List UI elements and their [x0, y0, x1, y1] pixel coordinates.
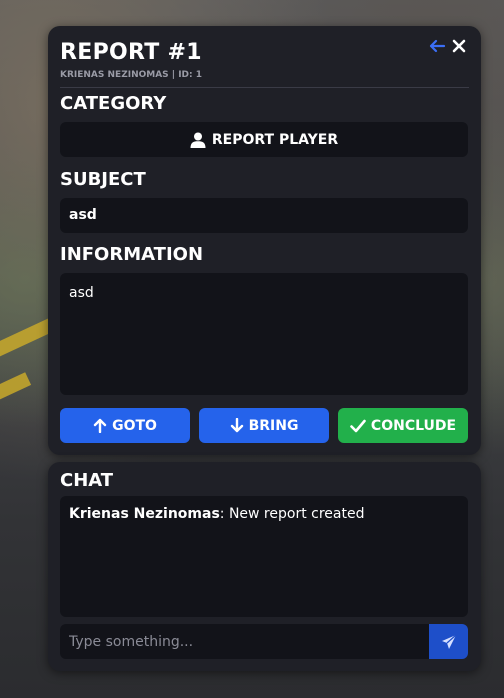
- paper-plane-icon: [441, 634, 456, 649]
- conclude-label: CONCLUDE: [370, 417, 457, 434]
- arrow-down-icon: [230, 418, 243, 433]
- chat-message-text: : New report created: [219, 506, 365, 522]
- chat-message: Krienas Nezinomas: New report created: [69, 506, 459, 522]
- check-icon: [350, 419, 366, 432]
- chat-input[interactable]: [60, 624, 430, 659]
- arrow-left-icon[interactable]: [428, 38, 446, 54]
- information-field[interactable]: asd: [60, 273, 468, 395]
- conclude-button[interactable]: CONCLUDE: [338, 408, 468, 443]
- report-subtitle: KRIENAS NEZINOMAS | ID: 1: [60, 70, 203, 80]
- background-road-marking: [0, 372, 32, 402]
- chat-panel: CHAT Krienas Nezinomas: New report creat…: [48, 462, 481, 671]
- goto-button[interactable]: GOTO: [60, 408, 190, 443]
- subject-label: SUBJECT: [60, 169, 146, 190]
- user-icon: [190, 132, 206, 148]
- chat-message-author: Krienas Nezinomas: [69, 506, 220, 522]
- category-value: REPORT PLAYER: [211, 131, 339, 148]
- chat-log[interactable]: Krienas Nezinomas: New report created: [60, 496, 468, 617]
- arrow-up-icon: [93, 418, 107, 433]
- category-selector[interactable]: REPORT PLAYER: [60, 122, 468, 157]
- information-label: INFORMATION: [60, 244, 204, 265]
- send-button[interactable]: [429, 624, 468, 659]
- category-label: CATEGORY: [60, 93, 167, 114]
- report-panel: REPORT #1 KRIENAS NEZINOMAS | ID: 1 CATE…: [48, 26, 481, 455]
- close-icon[interactable]: [451, 38, 467, 54]
- report-title: REPORT #1: [60, 40, 202, 65]
- chat-label: CHAT: [60, 470, 114, 491]
- bring-button[interactable]: BRING: [199, 408, 329, 443]
- goto-label: GOTO: [112, 417, 157, 434]
- subject-field[interactable]: asd: [60, 198, 468, 233]
- header-divider: [60, 87, 469, 88]
- bring-label: BRING: [248, 417, 299, 434]
